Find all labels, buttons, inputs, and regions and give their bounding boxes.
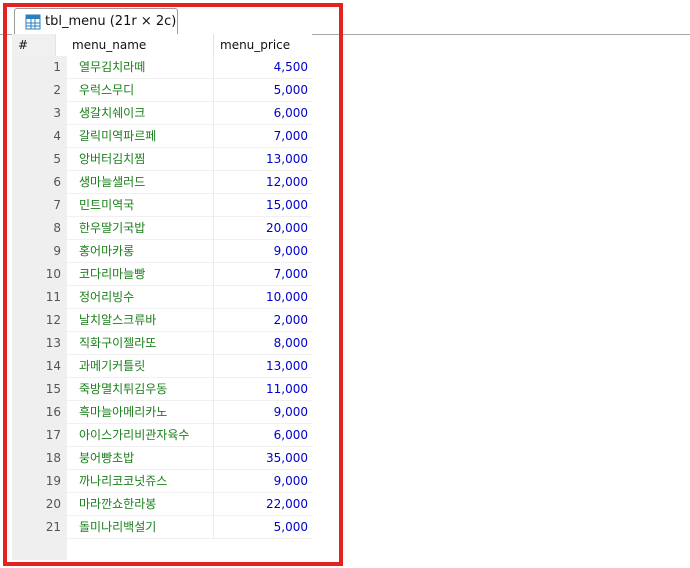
menu-price-cell[interactable]: 11,000: [214, 378, 312, 401]
menu-name-cell[interactable]: 생갈치쉐이크: [67, 102, 214, 125]
menu-name-cell[interactable]: 죽방멸치튀김우동: [67, 378, 214, 401]
menu-price-cell[interactable]: 4,500: [214, 56, 312, 79]
table-row[interactable]: 12 날치알스크류바 2,000: [12, 309, 312, 332]
menu-name-cell[interactable]: 우럭스무디: [67, 79, 214, 102]
row-number[interactable]: 15: [12, 378, 67, 401]
grid-body: 1 열무김치라떼 4,500 2 우럭스무디 5,000 3 생갈치쉐이크 6,000 4 갈릭미역…: [12, 56, 312, 539]
table-row[interactable]: 16 흑마늘아메리카노 9,000: [12, 401, 312, 424]
menu-name-cell[interactable]: 홍어마카롱: [67, 240, 214, 263]
menu-price-cell[interactable]: 8,000: [214, 332, 312, 355]
row-number[interactable]: 7: [12, 194, 67, 217]
menu-name-cell[interactable]: 마라깐쇼한라봉: [67, 493, 214, 516]
menu-price-cell[interactable]: 12,000: [214, 171, 312, 194]
grid-header: # menu_name menu_price: [12, 34, 312, 56]
table-row[interactable]: 17 아이스가리비관자육수 6,000: [12, 424, 312, 447]
tab-label: tbl_menu (21r × 2c): [45, 14, 177, 29]
menu-price-cell[interactable]: 13,000: [214, 148, 312, 171]
column-header-menu-price[interactable]: menu_price: [214, 34, 312, 56]
row-number[interactable]: 5: [12, 148, 67, 171]
row-number[interactable]: 20: [12, 493, 67, 516]
table-row[interactable]: 8 한우딸기국밥 20,000: [12, 217, 312, 240]
menu-price-cell[interactable]: 2,000: [214, 309, 312, 332]
menu-price-cell[interactable]: 9,000: [214, 470, 312, 493]
table-row[interactable]: 15 죽방멸치튀김우동 11,000: [12, 378, 312, 401]
row-number[interactable]: 11: [12, 286, 67, 309]
menu-price-cell[interactable]: 35,000: [214, 447, 312, 470]
menu-name-cell[interactable]: 붕어빵초밥: [67, 447, 214, 470]
menu-price-cell[interactable]: 15,000: [214, 194, 312, 217]
table-row[interactable]: 2 우럭스무디 5,000: [12, 79, 312, 102]
menu-name-cell[interactable]: 정어리빙수: [67, 286, 214, 309]
menu-name-cell[interactable]: 한우딸기국밥: [67, 217, 214, 240]
table-row[interactable]: 13 직화구이젤라또 8,000: [12, 332, 312, 355]
table-row[interactable]: 1 열무김치라떼 4,500: [12, 56, 312, 79]
menu-price-cell[interactable]: 7,000: [214, 263, 312, 286]
row-number[interactable]: 8: [12, 217, 67, 240]
menu-price-cell[interactable]: 7,000: [214, 125, 312, 148]
tab-strip: tbl_menu (21r × 2c): [0, 0, 690, 35]
menu-name-cell[interactable]: 날치알스크류바: [67, 309, 214, 332]
table-row[interactable]: 3 생갈치쉐이크 6,000: [12, 102, 312, 125]
menu-price-cell[interactable]: 9,000: [214, 240, 312, 263]
row-number[interactable]: 2: [12, 79, 67, 102]
row-number[interactable]: 17: [12, 424, 67, 447]
table-row[interactable]: 14 과메기커틀릿 13,000: [12, 355, 312, 378]
row-number[interactable]: 12: [12, 309, 67, 332]
row-number[interactable]: 1: [12, 56, 67, 79]
menu-name-cell[interactable]: 흑마늘아메리카노: [67, 401, 214, 424]
table-row[interactable]: 5 앙버터김치찜 13,000: [12, 148, 312, 171]
menu-price-cell[interactable]: 9,000: [214, 401, 312, 424]
menu-name-cell[interactable]: 직화구이젤라또: [67, 332, 214, 355]
table-row[interactable]: 9 홍어마카롱 9,000: [12, 240, 312, 263]
row-number[interactable]: 14: [12, 355, 67, 378]
row-number[interactable]: 9: [12, 240, 67, 263]
row-number-gutter: [12, 538, 67, 560]
column-header-num[interactable]: #: [12, 34, 56, 56]
tab-tbl-menu[interactable]: tbl_menu (21r × 2c): [14, 8, 178, 34]
menu-name-cell[interactable]: 생마늘샐러드: [67, 171, 214, 194]
menu-name-cell[interactable]: 갈릭미역파르페: [67, 125, 214, 148]
menu-name-cell[interactable]: 민트미역국: [67, 194, 214, 217]
menu-name-cell[interactable]: 과메기커틀릿: [67, 355, 214, 378]
row-number[interactable]: 13: [12, 332, 67, 355]
row-number[interactable]: 18: [12, 447, 67, 470]
table-row[interactable]: 21 돌미나리백설기 5,000: [12, 516, 312, 539]
menu-price-cell[interactable]: 5,000: [214, 79, 312, 102]
row-number[interactable]: 16: [12, 401, 67, 424]
row-number[interactable]: 3: [12, 102, 67, 125]
menu-price-cell[interactable]: 20,000: [214, 217, 312, 240]
table-row[interactable]: 10 코다리마늘빵 7,000: [12, 263, 312, 286]
menu-name-cell[interactable]: 아이스가리비관자육수: [67, 424, 214, 447]
row-number[interactable]: 6: [12, 171, 67, 194]
menu-name-cell[interactable]: 까나리코코넛쥬스: [67, 470, 214, 493]
table-row[interactable]: 20 마라깐쇼한라봉 22,000: [12, 493, 312, 516]
menu-name-cell[interactable]: 앙버터김치찜: [67, 148, 214, 171]
table-row[interactable]: 19 까나리코코넛쥬스 9,000: [12, 470, 312, 493]
row-number[interactable]: 4: [12, 125, 67, 148]
table-row[interactable]: 4 갈릭미역파르페 7,000: [12, 125, 312, 148]
menu-price-cell[interactable]: 6,000: [214, 424, 312, 447]
menu-name-cell[interactable]: 열무김치라떼: [67, 56, 214, 79]
column-header-menu-name[interactable]: menu_name: [67, 34, 214, 56]
table-row[interactable]: 6 생마늘샐러드 12,000: [12, 171, 312, 194]
row-number[interactable]: 21: [12, 516, 67, 539]
menu-name-cell[interactable]: 코다리마늘빵: [67, 263, 214, 286]
row-number[interactable]: 19: [12, 470, 67, 493]
menu-price-cell[interactable]: 10,000: [214, 286, 312, 309]
menu-name-cell[interactable]: 돌미나리백설기: [67, 516, 214, 539]
table-icon: [25, 14, 41, 30]
menu-price-cell[interactable]: 6,000: [214, 102, 312, 125]
row-number[interactable]: 10: [12, 263, 67, 286]
table-row[interactable]: 7 민트미역국 15,000: [12, 194, 312, 217]
menu-price-cell[interactable]: 22,000: [214, 493, 312, 516]
table-row[interactable]: 11 정어리빙수 10,000: [12, 286, 312, 309]
menu-price-cell[interactable]: 13,000: [214, 355, 312, 378]
menu-price-cell[interactable]: 5,000: [214, 516, 312, 539]
table-row[interactable]: 18 붕어빵초밥 35,000: [12, 447, 312, 470]
